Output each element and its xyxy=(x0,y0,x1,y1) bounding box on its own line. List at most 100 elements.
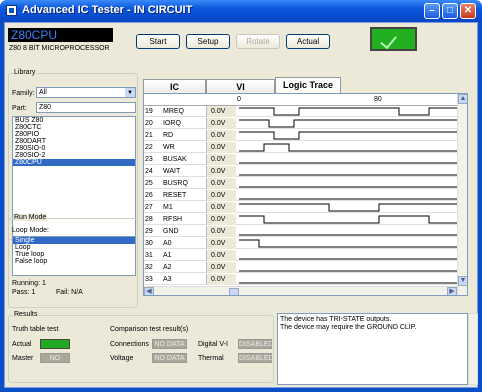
scroll-up-icon[interactable]: ▲ xyxy=(458,94,467,104)
app-window: Advanced IC Tester - IN CIRCUIT – □ ✕ Z8… xyxy=(0,0,482,392)
family-select-value: All xyxy=(39,89,47,96)
signal-num: 24 xyxy=(145,168,153,175)
tab-logic-trace[interactable]: Logic Trace xyxy=(275,77,341,94)
tab-vi[interactable]: VI xyxy=(206,79,275,94)
message-scrollbar[interactable] xyxy=(468,313,478,385)
list-item-selected[interactable]: Single xyxy=(13,237,135,244)
list-item[interactable]: Z80SIO-0 xyxy=(13,145,135,152)
family-select[interactable]: All ▼ xyxy=(36,87,136,98)
signal-voltage: 0.0V xyxy=(206,226,236,237)
part-input[interactable]: Z80 xyxy=(36,102,136,113)
app-icon xyxy=(6,5,17,16)
run-mode-label: Run Mode xyxy=(13,214,48,221)
signal-name: RD xyxy=(163,132,174,139)
minimize-button[interactable]: – xyxy=(424,3,440,19)
horizontal-scrollbar[interactable]: ◀ ▶ xyxy=(144,286,457,295)
signal-name: BUSAK xyxy=(163,156,187,163)
scroll-thumb[interactable] xyxy=(229,288,239,295)
digital-vi-label: Digital V-I xyxy=(198,341,228,348)
main-panel: Z80CPU Z80 8 BIT MICROPROCESSOR Start Se… xyxy=(4,22,478,388)
signal-name: RESET xyxy=(163,192,187,199)
signal-voltage: 0.0V xyxy=(206,178,236,189)
signal-num: 22 xyxy=(145,144,153,151)
setup-button[interactable]: Setup xyxy=(186,34,230,49)
running-count: Running: 1 xyxy=(12,280,46,287)
run-mode-group: Run Mode Loop Mode: Single Loop True loo… xyxy=(8,214,138,308)
device-description: Z80 8 BIT MICROPROCESSOR xyxy=(9,45,110,52)
ruler-label: 80 xyxy=(374,96,382,103)
signal-num: 19 xyxy=(145,108,153,115)
signal-num: 33 xyxy=(145,276,153,283)
signal-name: A3 xyxy=(163,276,172,283)
window-title: Advanced IC Tester - IN CIRCUIT xyxy=(22,4,193,16)
signal-num: 29 xyxy=(145,228,153,235)
signal-num: 28 xyxy=(145,216,153,223)
signal-name: GND xyxy=(163,228,179,235)
signal-name: RFSH xyxy=(163,216,183,223)
signal-num: 20 xyxy=(145,120,153,127)
list-item[interactable]: Z80DART xyxy=(13,138,135,145)
list-item[interactable]: Z80PIO xyxy=(13,131,135,138)
signal-voltage: 0.0V xyxy=(206,274,236,285)
actual-button[interactable]: Actual xyxy=(286,34,330,49)
vertical-scrollbar[interactable]: ▲ ▼ xyxy=(457,94,467,295)
rotate-button[interactable]: Rotate xyxy=(236,34,280,49)
actual-result-badge xyxy=(40,339,70,349)
signal-name: BUSRQ xyxy=(163,180,188,187)
maximize-button[interactable]: □ xyxy=(442,3,458,19)
loop-mode-label: Loop Mode: xyxy=(12,227,49,234)
message-box: The device has TRI-STATE outputs. The de… xyxy=(277,313,468,385)
scroll-down-icon[interactable]: ▼ xyxy=(458,276,467,286)
signal-num: 23 xyxy=(145,156,153,163)
signal-voltage: 0.0V xyxy=(206,202,236,213)
signal-voltage: 0.0V xyxy=(206,106,236,117)
signal-voltage: 0.0V xyxy=(206,142,236,153)
ruler-label: 0 xyxy=(237,96,241,103)
signal-name: IORQ xyxy=(163,120,181,127)
list-item-selected[interactable]: Z80CPU xyxy=(13,159,135,166)
scroll-right-icon[interactable]: ▶ xyxy=(447,287,457,295)
message-line: The device may require the GROUND CLIP. xyxy=(280,324,417,331)
signal-voltage: 0.0V xyxy=(206,262,236,273)
list-item[interactable]: False loop xyxy=(13,258,135,265)
list-item[interactable]: Z80CTC xyxy=(13,124,135,131)
tab-ic[interactable]: IC xyxy=(143,79,206,94)
start-button[interactable]: Start xyxy=(136,34,180,49)
signal-num: 30 xyxy=(145,240,153,247)
loop-mode-list[interactable]: Single Loop True loop False loop xyxy=(12,236,136,276)
signal-num: 26 xyxy=(145,192,153,199)
list-item[interactable]: True loop xyxy=(13,251,135,258)
list-item[interactable]: Z80SIO-2 xyxy=(13,152,135,159)
close-button[interactable]: ✕ xyxy=(460,3,476,19)
signal-name: WAIT xyxy=(163,168,181,175)
signal-name: A2 xyxy=(163,264,172,271)
voltage-label: Voltage xyxy=(110,355,134,362)
signal-voltage: 0.0V xyxy=(206,166,236,177)
test-status-indicator xyxy=(370,27,417,51)
signal-voltage: 0.0V xyxy=(206,118,236,129)
signal-num: 31 xyxy=(145,252,153,259)
logic-trace-panel[interactable]: 0 80 19 MREQ 0.0V 20 IORQ 0.0V 21 RD 0.0V 22 WR 0.0… xyxy=(143,93,468,296)
signal-voltage: 0.0V xyxy=(206,190,236,201)
device-name-display: Z80CPU xyxy=(8,28,113,42)
waveform-line xyxy=(239,203,457,212)
waveform-canvas xyxy=(239,107,457,284)
waveform-line xyxy=(239,119,457,128)
waveform-line xyxy=(239,131,457,140)
signal-name: M1 xyxy=(163,204,173,211)
signal-voltage: 0.0V xyxy=(206,238,236,249)
comparison-label: Comparison test result(s) xyxy=(110,326,189,333)
time-ruler: 0 80 xyxy=(144,94,457,106)
signal-num: 21 xyxy=(145,132,153,139)
results-label: Results xyxy=(13,311,39,318)
chevron-down-icon[interactable]: ▼ xyxy=(125,88,135,97)
title-bar[interactable]: Advanced IC Tester - IN CIRCUIT – □ ✕ xyxy=(0,0,482,22)
connections-badge: NO DATA xyxy=(152,339,187,349)
signal-voltage: 0.0V xyxy=(206,214,236,225)
list-item[interactable]: BUS Z80 xyxy=(13,117,135,124)
signal-voltage: 0.0V xyxy=(206,250,236,261)
thermal-label: Thermal xyxy=(198,355,224,362)
list-item[interactable]: Loop xyxy=(13,244,135,251)
fail-count: Fail: N/A xyxy=(56,289,83,296)
scroll-left-icon[interactable]: ◀ xyxy=(144,287,154,295)
